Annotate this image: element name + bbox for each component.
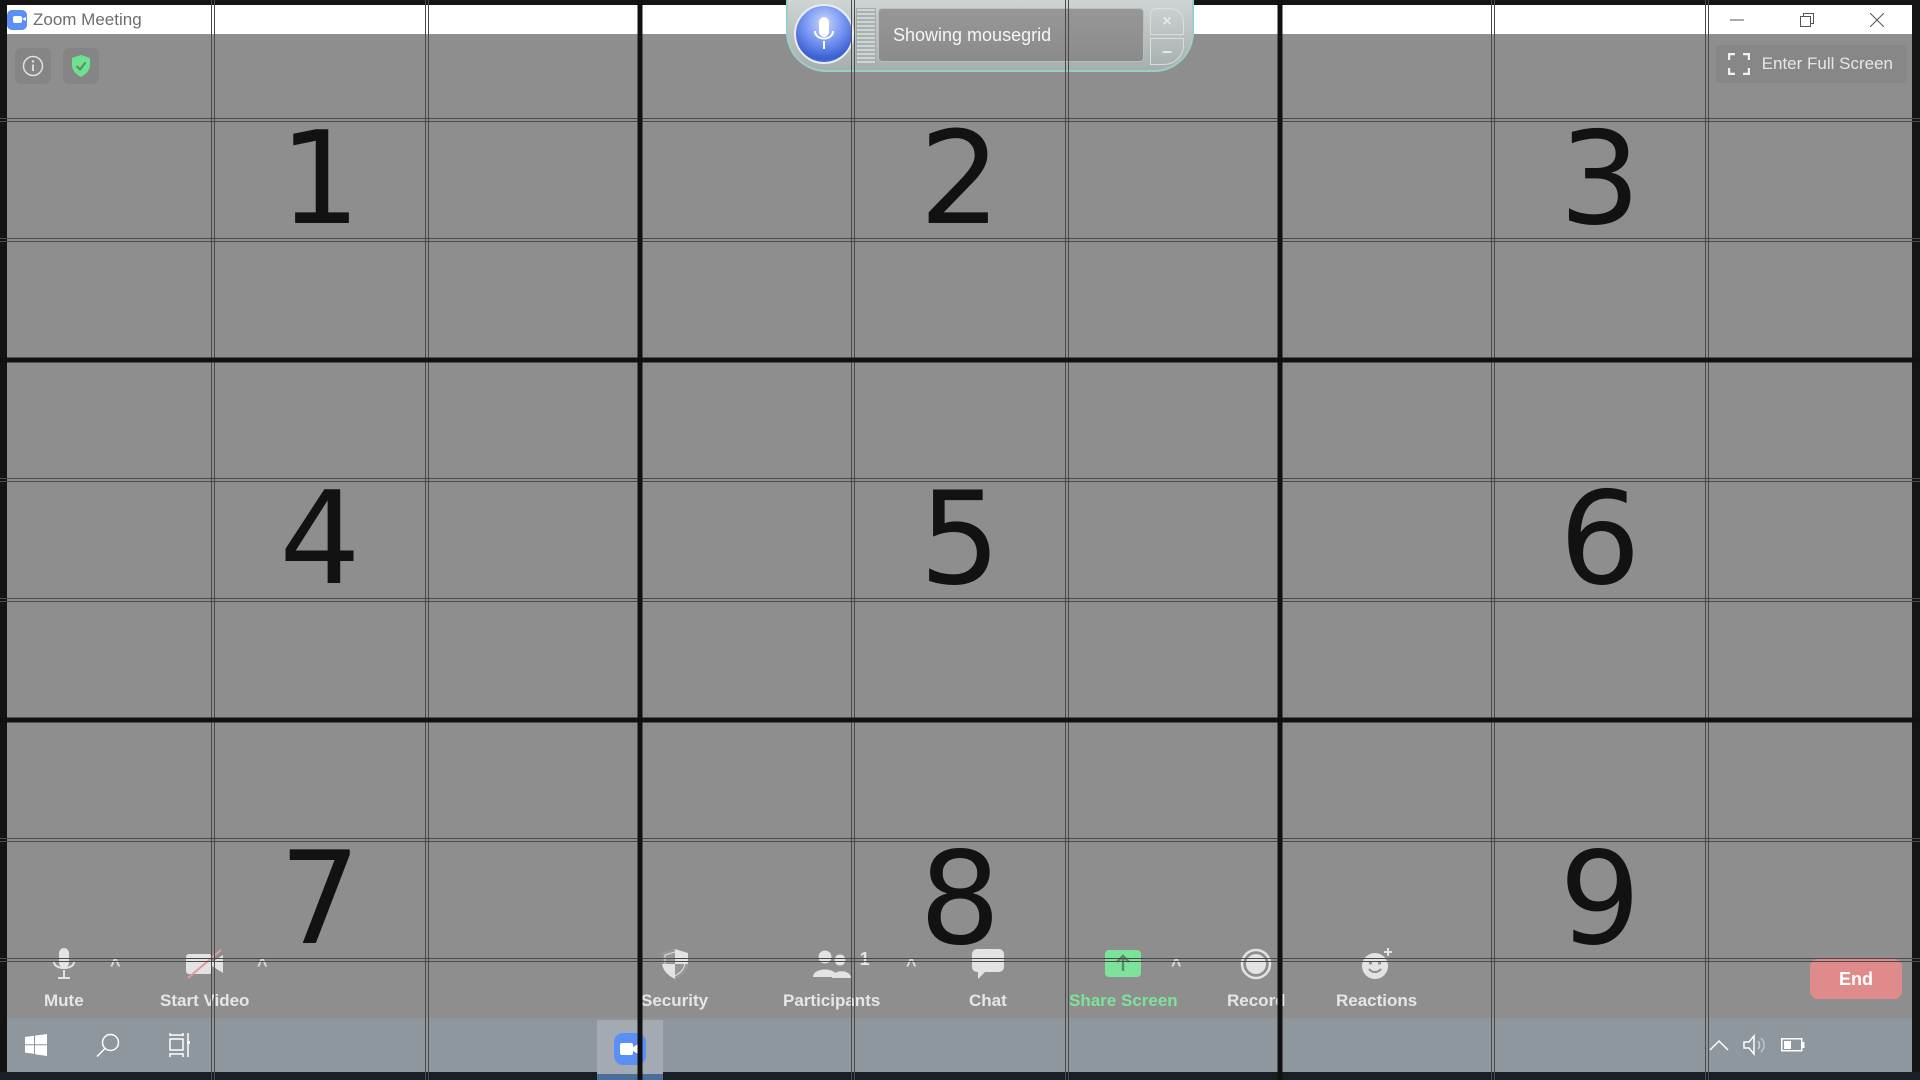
close-icon (1870, 12, 1884, 27)
share-screen-icon (1105, 950, 1142, 977)
chat-icon (971, 949, 1004, 979)
battery-button[interactable] (1778, 1030, 1808, 1060)
share-screen-button[interactable]: Share Screen (1069, 947, 1178, 1011)
volume-icon (1743, 1034, 1765, 1056)
mute-button[interactable]: Mute (44, 947, 84, 1011)
reactions-label: Reactions (1336, 991, 1418, 1010)
record-label: Record (1227, 991, 1286, 1010)
taskbar-edge (0, 1072, 1920, 1080)
battery-icon (1781, 1038, 1805, 1052)
reactions-icon (1361, 948, 1392, 979)
minimize-icon (1730, 19, 1744, 20)
security-button[interactable]: Security (641, 947, 708, 1011)
enter-full-screen-button[interactable]: Enter Full Screen (1715, 45, 1907, 83)
video-off-icon (185, 949, 223, 979)
encryption-button[interactable] (63, 48, 99, 84)
participants-button[interactable]: 1 Participants (783, 947, 880, 1011)
start-video-button[interactable]: Start Video (160, 947, 249, 1011)
zoom-app-icon (614, 1033, 646, 1065)
chevron-up-icon (1709, 1039, 1729, 1051)
mute-label: Mute (44, 991, 84, 1010)
microphone-icon (814, 17, 834, 49)
windows-start-icon (25, 1034, 47, 1056)
restore-button[interactable] (1772, 5, 1842, 34)
chat-label: Chat (969, 991, 1007, 1010)
search-icon (96, 1033, 120, 1057)
enter-full-screen-label: Enter Full Screen (1761, 54, 1893, 73)
shield-check-icon (72, 55, 90, 77)
meeting-info-button[interactable] (15, 48, 51, 84)
security-shield-icon (661, 949, 688, 979)
speech-status-text: Showing mousegrid (878, 8, 1144, 62)
speech-recognition-widget: Showing mousegrid × – (786, 0, 1194, 72)
end-meeting-button[interactable]: End (1810, 959, 1902, 999)
info-icon (22, 55, 44, 77)
search-button[interactable] (90, 1030, 126, 1060)
security-label: Security (641, 991, 709, 1010)
participants-count: 1 (859, 949, 870, 969)
record-button[interactable]: Record (1227, 947, 1286, 1011)
chat-button[interactable]: Chat (969, 947, 1007, 1011)
task-view-button[interactable] (162, 1030, 198, 1060)
restore-icon (1800, 12, 1814, 27)
windows-taskbar (7, 1018, 1912, 1072)
close-button[interactable] (1842, 5, 1912, 34)
fullscreen-icon (1727, 53, 1750, 75)
participants-label: Participants (783, 991, 881, 1010)
record-icon (1241, 948, 1272, 980)
speech-mic-button[interactable] (794, 4, 854, 64)
window-title: Zoom Meeting (33, 9, 142, 29)
zoom-app-icon (7, 9, 27, 30)
speech-close-button[interactable]: × (1150, 8, 1184, 35)
start-button[interactable] (18, 1030, 54, 1060)
speech-minimize-button[interactable]: – (1150, 38, 1184, 65)
zoom-meeting-window: Zoom Meeting Enter Full Screen (7, 5, 1912, 1018)
participants-options-caret[interactable]: ^ (906, 955, 917, 976)
task-view-icon (169, 1033, 190, 1057)
taskbar-zoom-button[interactable] (597, 1020, 663, 1080)
share-options-caret[interactable]: ^ (1171, 955, 1182, 976)
video-options-caret[interactable]: ^ (257, 955, 268, 976)
reactions-button[interactable]: Reactions (1336, 947, 1417, 1011)
show-hidden-icons-button[interactable] (1706, 1030, 1732, 1060)
start-video-label: Start Video (160, 991, 250, 1010)
participants-icon (812, 950, 851, 978)
share-screen-label: Share Screen (1069, 991, 1178, 1010)
audio-options-caret[interactable]: ^ (110, 955, 121, 976)
audio-level-meter (856, 8, 876, 66)
microphone-icon (52, 948, 75, 979)
minimize-button[interactable] (1702, 5, 1772, 34)
volume-button[interactable] (1741, 1030, 1771, 1060)
